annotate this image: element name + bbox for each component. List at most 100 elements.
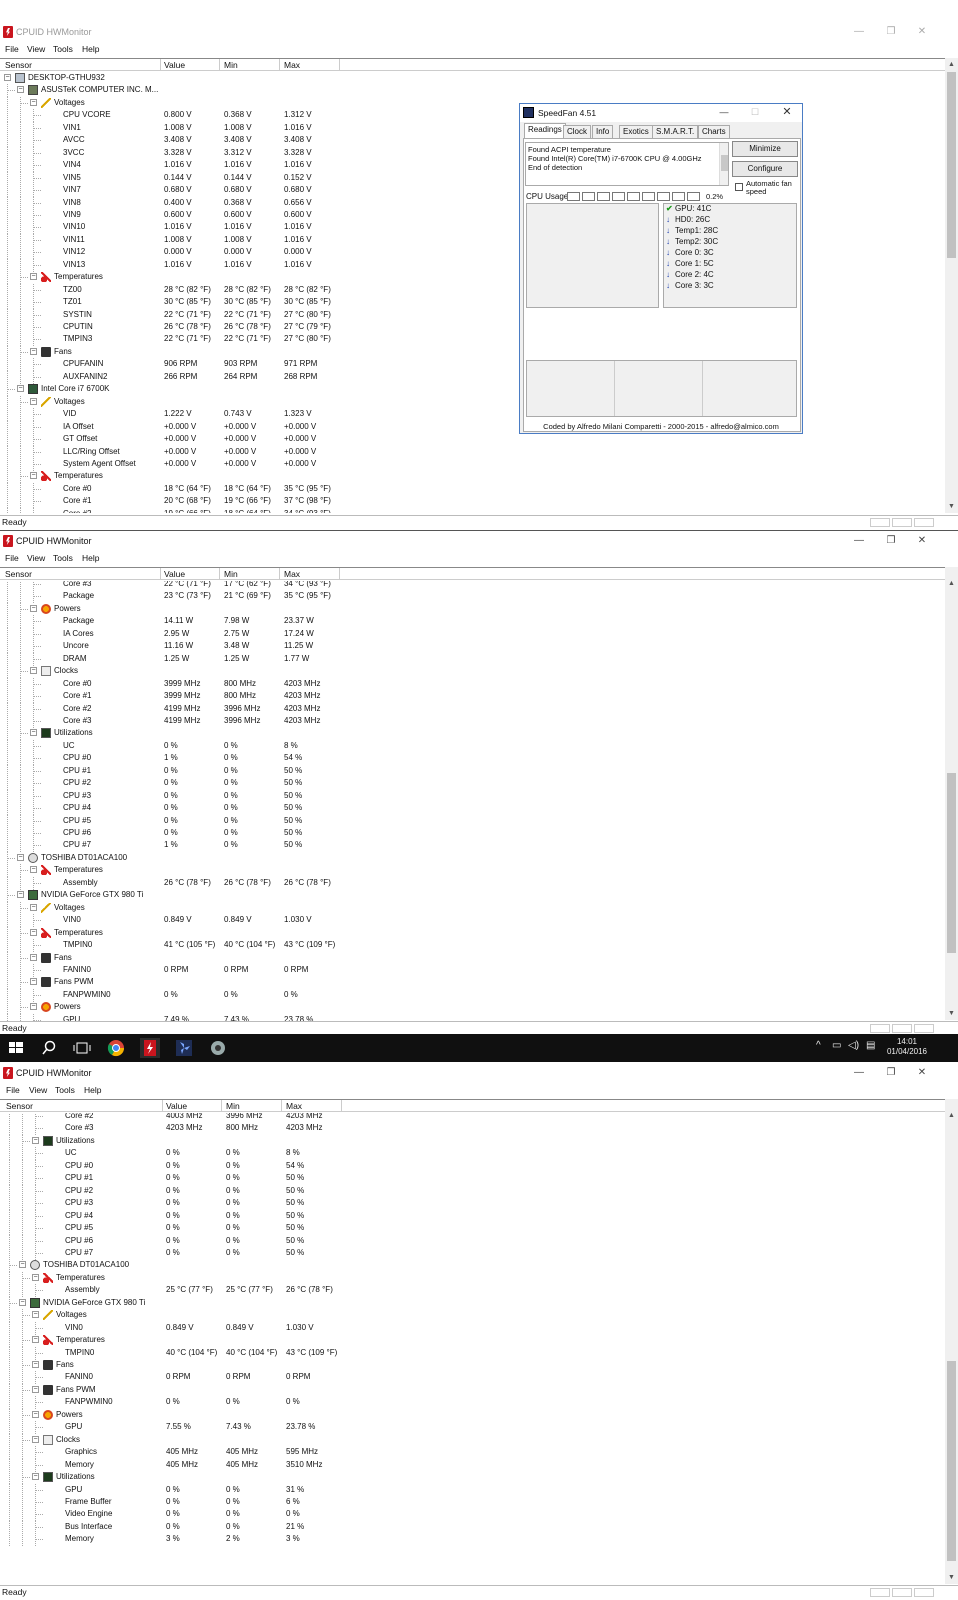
scroll-down-arrow[interactable]: ▼ (947, 1573, 956, 1582)
sensor-row[interactable]: Graphics 405 MHz 405 MHz 595 MHz (0, 1446, 945, 1460)
collapse-toggle[interactable]: − (30, 953, 37, 961)
sensor-row[interactable]: UC 0 % 0 % 8 % (0, 1147, 945, 1161)
sensor-row[interactable]: 3VCC 3.328 V 3.312 V 3.328 V (0, 146, 945, 160)
sensor-row[interactable]: VIN0 0.849 V 0.849 V 1.030 V (0, 1321, 945, 1335)
sensor-row[interactable]: Core #2 4003 MHz 3996 MHz 4203 MHz (0, 1113, 945, 1123)
tree-node[interactable]: − DESKTOP-GTHU932 (0, 72, 945, 85)
tree-node[interactable]: − Intel Core i7 6700K (0, 383, 945, 397)
collapse-toggle[interactable]: − (32, 1311, 39, 1319)
sensor-row[interactable]: Core #1 3999 MHz 800 MHz 4203 MHz (0, 690, 945, 704)
tree-node[interactable]: − Temperatures (0, 864, 945, 878)
column-value[interactable]: Value (164, 569, 185, 579)
scroll-down-arrow[interactable]: ▼ (947, 1009, 956, 1018)
sensor-row[interactable]: FANPWMIN0 0 % 0 % 0 % (0, 988, 945, 1002)
column-max[interactable]: Max (284, 60, 300, 70)
menu-view[interactable]: View (27, 553, 45, 563)
sensor-row[interactable]: TMPIN0 40 °C (104 °F) 40 °C (104 °F) 43 °C … (0, 1346, 945, 1360)
settings-app-icon[interactable] (208, 1038, 228, 1058)
notification-icon[interactable]: ▤ (866, 1040, 875, 1051)
sensor-row[interactable]: Core #0 18 °C (64 °F) 18 °C (64 °F) 35 °C (… (0, 482, 945, 496)
sensor-row[interactable]: VIN5 0.144 V 0.144 V 0.152 V (0, 171, 945, 185)
menu-help[interactable]: Help (82, 553, 99, 563)
collapse-toggle[interactable]: − (32, 1336, 39, 1344)
sensor-tree[interactable]: Core #2 4003 MHz 3996 MHz 4203 MHz Core #3 42… (0, 1113, 945, 1583)
tree-node[interactable]: − NVIDIA GeForce GTX 980 Ti (0, 1296, 945, 1310)
tab-smart[interactable]: S.M.A.R.T. (652, 125, 699, 138)
menu-tools[interactable]: Tools (55, 1085, 75, 1095)
menu-help[interactable]: Help (82, 44, 99, 54)
menu-tools[interactable]: Tools (53, 553, 73, 563)
sensor-tree[interactable]: Core #3 22 °C (71 °F) 17 °C (62 °F) 34 °C (… (0, 581, 945, 1021)
minimize-button[interactable]: — (845, 1065, 873, 1081)
column-value[interactable]: Value (166, 1101, 187, 1111)
column-min[interactable]: Min (226, 1101, 240, 1111)
taskbar-clock[interactable]: 14:01 01/04/2016 (883, 1037, 931, 1057)
tree-node[interactable]: − Fans (0, 345, 945, 359)
sensor-row[interactable]: CPU VCORE 0.800 V 0.368 V 1.312 V (0, 109, 945, 123)
sensor-row[interactable]: VIN0 0.849 V 0.849 V 1.030 V (0, 914, 945, 928)
column-sensor[interactable]: Sensor (5, 569, 32, 579)
sensor-row[interactable]: CPU #6 0 % 0 % 50 % (0, 1234, 945, 1248)
sensor-row[interactable]: CPU #0 1 % 0 % 54 % (0, 752, 945, 766)
sensor-row[interactable]: Core #0 3999 MHz 800 MHz 4203 MHz (0, 677, 945, 691)
speedfan-maximize-button[interactable]: ☐ (744, 105, 766, 120)
tree-node[interactable]: − Powers (0, 602, 945, 616)
tree-node[interactable]: − Fans (0, 1359, 945, 1372)
collapse-toggle[interactable]: − (32, 1435, 39, 1443)
sensor-row[interactable]: Core #2 4199 MHz 3996 MHz 4203 MHz (0, 702, 945, 716)
collapse-toggle[interactable]: − (30, 273, 37, 281)
collapse-toggle[interactable]: − (30, 667, 37, 675)
sensor-row[interactable]: CPU #3 0 % 0 % 50 % (0, 1197, 945, 1211)
collapse-toggle[interactable]: − (32, 1473, 39, 1481)
collapse-toggle[interactable]: − (30, 347, 37, 355)
tree-node[interactable]: − Voltages (0, 1309, 945, 1323)
tree-node[interactable]: − Clocks (0, 665, 945, 679)
sensor-row[interactable]: CPU #4 0 % 0 % 50 % (0, 802, 945, 816)
sensor-row[interactable]: Memory 3 % 2 % 3 % (0, 1533, 945, 1547)
tree-node[interactable]: − Fans (0, 951, 945, 965)
vertical-scrollbar[interactable]: ▲ ▼ (945, 567, 958, 1020)
tree-node[interactable]: − Clocks (0, 1433, 945, 1447)
scrollbar-thumb[interactable] (947, 72, 956, 258)
sensor-row[interactable]: Memory 405 MHz 405 MHz 3510 MHz (0, 1458, 945, 1472)
tree-node[interactable]: − TOSHIBA DT01ACA100 (0, 1259, 945, 1273)
speedfan-icon[interactable] (174, 1038, 194, 1058)
tree-node[interactable]: − Voltages (0, 901, 945, 915)
column-value[interactable]: Value (164, 60, 185, 70)
sensor-row[interactable]: FANPWMIN0 0 % 0 % 0 % (0, 1396, 945, 1410)
sensor-row[interactable]: Core #3 22 °C (71 °F) 17 °C (62 °F) 34 °C (… (0, 581, 945, 591)
tree-node[interactable]: − Temperatures (0, 1334, 945, 1348)
sensor-row[interactable]: VIN12 0.000 V 0.000 V 0.000 V (0, 246, 945, 260)
tree-node[interactable]: − Voltages (0, 96, 945, 110)
sensor-row[interactable]: CPU #1 0 % 0 % 50 % (0, 764, 945, 778)
column-max[interactable]: Max (286, 1101, 302, 1111)
tab-readings[interactable]: Readings (524, 123, 566, 138)
tab-charts[interactable]: Charts (698, 125, 730, 138)
menu-file[interactable]: File (6, 1085, 20, 1095)
sensor-row[interactable]: AVCC 3.408 V 3.408 V 3.408 V (0, 134, 945, 148)
speedfan-close-button[interactable]: ✕ (776, 105, 798, 120)
sensor-row[interactable]: Bus Interface 0 % 0 % 21 % (0, 1520, 945, 1534)
sensor-row[interactable]: CPU #7 1 % 0 % 50 % (0, 839, 945, 853)
collapse-toggle[interactable]: − (17, 385, 24, 393)
scrollbar-thumb[interactable] (947, 773, 956, 953)
sensor-row[interactable]: Core #2 19 °C (66 °F) 18 °C (64 °F) 34 °C (… (0, 507, 945, 513)
sensor-row[interactable]: Package 23 °C (73 °F) 21 °C (69 °F) 35 °C (… (0, 590, 945, 604)
sensor-row[interactable]: CPU #2 0 % 0 % 50 % (0, 1184, 945, 1198)
tab-exotics[interactable]: Exotics (619, 125, 653, 138)
sensor-row[interactable]: GPU 0 % 0 % 31 % (0, 1483, 945, 1497)
menu-view[interactable]: View (27, 44, 45, 54)
tree-node[interactable]: − Powers (0, 1408, 945, 1422)
tree-node[interactable]: − Utilizations (0, 1134, 945, 1148)
sensor-row[interactable]: TMPIN0 41 °C (105 °F) 40 °C (104 °F) 43 °C … (0, 939, 945, 953)
sensor-row[interactable]: GPU 7.49 % 7.43 % 23.78 % (0, 1013, 945, 1021)
collapse-toggle[interactable]: − (17, 86, 24, 94)
menu-help[interactable]: Help (84, 1085, 101, 1095)
sensor-row[interactable]: Video Engine 0 % 0 % 0 % (0, 1508, 945, 1522)
tree-node[interactable]: − Voltages (0, 395, 945, 409)
column-min[interactable]: Min (224, 569, 238, 579)
vertical-scrollbar[interactable]: ▲ ▼ (945, 58, 958, 513)
tree-node[interactable]: − Utilizations (0, 1471, 945, 1485)
sensor-row[interactable]: System Agent Offset +0.000 V +0.000 V +0.00… (0, 457, 945, 471)
sensor-row[interactable]: VIN11 1.008 V 1.008 V 1.016 V (0, 233, 945, 247)
